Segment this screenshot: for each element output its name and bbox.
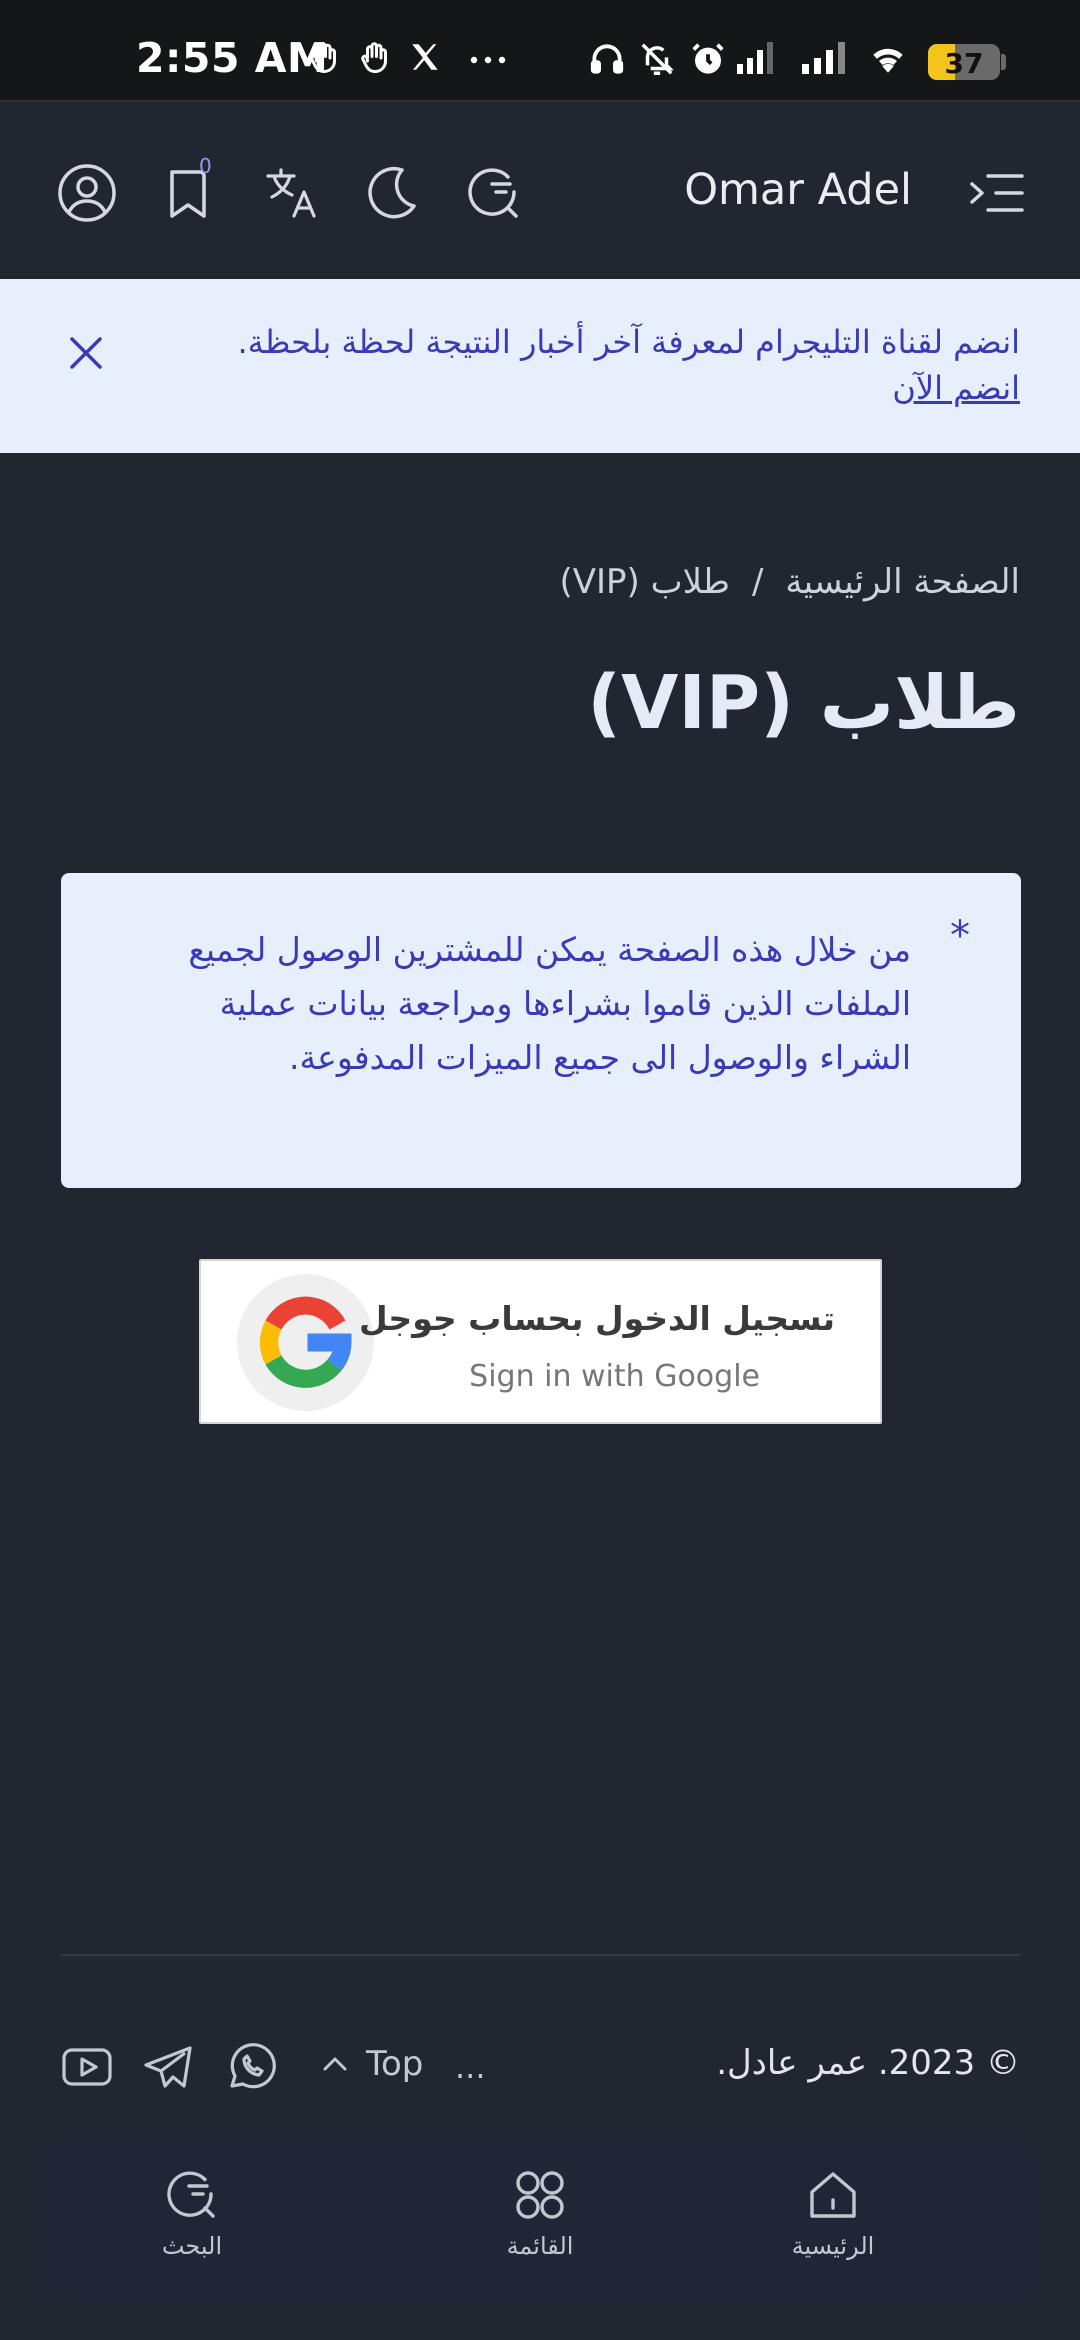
- breadcrumb-separator: /: [751, 562, 764, 602]
- telegram-banner: انضم لقناة التليجرام لمعرفة آخر أخبار ال…: [0, 279, 1080, 453]
- x-logo-icon: [408, 40, 442, 78]
- telegram-icon[interactable]: [142, 2040, 196, 2094]
- menu-icon[interactable]: [966, 162, 1028, 224]
- google-sign-in-button[interactable]: تسجيل الدخول بحساب جوجل Sign in with Goo…: [199, 1259, 882, 1424]
- signal-icon: [800, 40, 854, 80]
- translate-icon[interactable]: [262, 162, 324, 224]
- grid-icon: [516, 2171, 564, 2219]
- bookmark-icon[interactable]: [160, 162, 222, 224]
- account-icon[interactable]: [56, 162, 118, 224]
- nav-item-menu[interactable]: القائمة: [450, 2166, 630, 2260]
- alarm-icon: [689, 40, 727, 82]
- nav-item-search[interactable]: البحث: [102, 2166, 282, 2260]
- close-icon[interactable]: [64, 331, 108, 379]
- status-time: 2:55 AM: [136, 34, 329, 82]
- bell-muted-icon: [638, 40, 676, 82]
- dark-mode-icon[interactable]: [362, 162, 424, 224]
- breadcrumb-current: طلاب (VIP): [559, 562, 730, 602]
- google-button-label-ar: تسجيل الدخول بحساب جوجل: [358, 1299, 835, 1338]
- brand-name[interactable]: Omar Adel: [684, 165, 912, 215]
- nav-item-home[interactable]: الرئيسية: [743, 2166, 923, 2260]
- battery-indicator: 37: [928, 44, 1000, 80]
- page-title: طلاب (VIP): [587, 660, 1020, 746]
- nav-label-search: البحث: [161, 2232, 223, 2260]
- nav-label-home: الرئيسية: [791, 2232, 875, 2260]
- wave-hand-icon: [306, 40, 342, 80]
- info-box: * من خلال هذه الصفحة يمكن للمشترين الوصو…: [61, 873, 1021, 1188]
- google-button-label-en: Sign in with Google: [469, 1359, 760, 1394]
- app-header: 0 Omar Adel: [0, 100, 1080, 279]
- whatsapp-icon[interactable]: [224, 2040, 278, 2094]
- banner-text: انضم لقناة التليجرام لمعرفة آخر أخبار ال…: [120, 319, 1020, 411]
- breadcrumb: الصفحة الرئيسية / طلاب (VIP): [559, 562, 1020, 602]
- info-marker: *: [950, 913, 970, 959]
- youtube-icon[interactable]: [60, 2040, 114, 2094]
- footer-copyright: © 2023. عمر عادل.: [716, 2043, 1020, 2083]
- more-dots-icon: [466, 40, 510, 80]
- app-screen: 2:55 AM 37 0 Omar Adel انضم لقناة التليج…: [0, 0, 1080, 2340]
- status-bar: 2:55 AM 37: [0, 0, 1080, 100]
- join-now-link[interactable]: انضم الآن: [892, 369, 1020, 407]
- banner-message: انضم لقناة التليجرام لمعرفة آخر أخبار ال…: [237, 323, 1020, 361]
- info-text: من خلال هذه الصفحة يمكن للمشترين الوصول …: [188, 930, 911, 1077]
- back-to-top-label: Top: [366, 2044, 424, 2084]
- home-icon: [810, 2172, 856, 2218]
- google-logo-icon: [237, 1274, 374, 1411]
- wave-hand-icon: [357, 40, 393, 80]
- search-icon[interactable]: [462, 162, 524, 224]
- bookmark-count: 0: [199, 154, 212, 178]
- footer-divider: [61, 1954, 1021, 1956]
- breadcrumb-home[interactable]: الصفحة الرئيسية: [785, 562, 1020, 602]
- wifi-icon: [868, 40, 908, 80]
- signal-icon: [735, 40, 779, 80]
- battery-nub: [1001, 54, 1006, 70]
- footer-more-dots[interactable]: ...: [455, 2048, 486, 2086]
- search-icon: [167, 2171, 215, 2218]
- bottom-navigation: البحث القائمة الرئيسية: [40, 2142, 1040, 2302]
- nav-label-menu: القائمة: [506, 2232, 574, 2260]
- headphones-icon: [588, 40, 626, 82]
- chevron-up-icon: [323, 2057, 347, 2071]
- back-to-top-button[interactable]: Top: [318, 2044, 423, 2084]
- battery-level: 37: [944, 47, 984, 80]
